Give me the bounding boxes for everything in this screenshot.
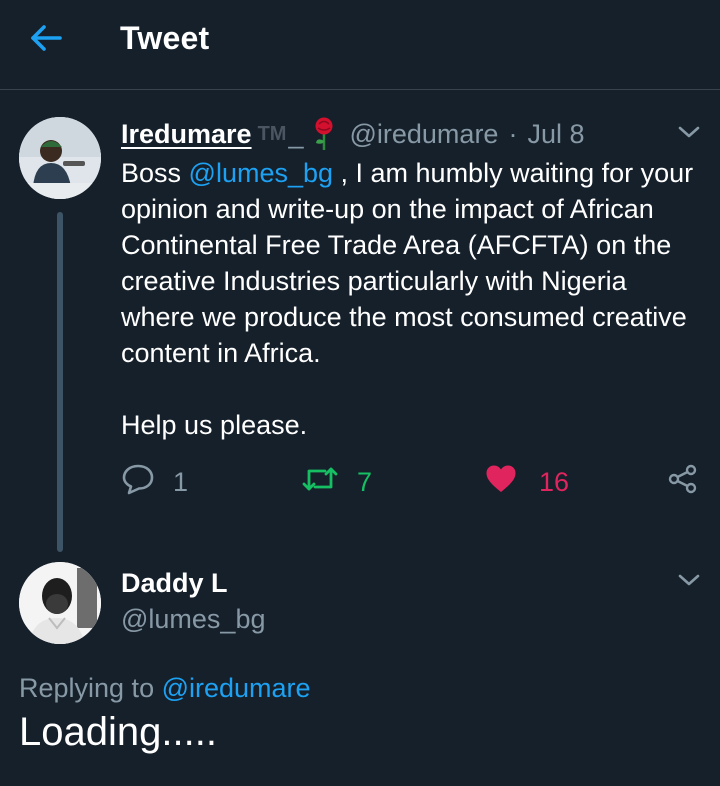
avatar[interactable] [19, 117, 101, 199]
replying-label: Replying to [19, 673, 162, 703]
tweet-text: Loading..... [19, 710, 217, 754]
tweet-menu-button[interactable] [675, 568, 703, 596]
author-name[interactable]: Iredumare [121, 119, 252, 150]
tweet-text: Boss @lumes_bg , I am humbly waiting for… [121, 155, 701, 443]
reply-icon [121, 463, 155, 502]
replying-to: Replying to @iredumare [19, 673, 311, 704]
avatar-photo-icon [19, 562, 101, 644]
tweet-paragraph: Help us please. [121, 410, 308, 440]
tweet-header: Iredumare TM _ @iredumare · Jul 8 [121, 114, 585, 154]
mention-link[interactable]: @lumes_bg [189, 158, 333, 188]
author-name-suffix: TM [257, 122, 287, 145]
mention-link[interactable]: @iredumare [162, 673, 311, 703]
reply-count: 1 [173, 466, 189, 497]
thread-connector-line [57, 212, 63, 552]
share-button[interactable] [667, 460, 699, 504]
share-icon [667, 463, 699, 502]
retweet-button[interactable]: 7 [301, 460, 372, 504]
back-button[interactable] [26, 22, 66, 58]
page-title: Tweet [120, 20, 210, 56]
rose-emoji-icon [313, 117, 335, 151]
like-button[interactable]: 16 [485, 460, 569, 504]
tweet-actions: 1 7 16 [121, 460, 701, 504]
author-handle[interactable]: @iredumare [349, 119, 498, 150]
separator-dot: · [508, 118, 518, 149]
tweet-text-prefix: Boss [121, 158, 189, 188]
heart-icon [485, 464, 517, 501]
author-handle[interactable]: @lumes_bg [121, 604, 265, 635]
arrow-left-icon [29, 23, 63, 58]
top-bar: Tweet [0, 0, 720, 90]
like-count: 16 [539, 466, 570, 497]
chevron-down-icon [677, 572, 701, 593]
chevron-down-icon [677, 124, 701, 145]
tweet-text-rest: , I am humbly waiting for your opinion a… [121, 158, 694, 368]
retweet-count: 7 [357, 466, 373, 497]
author-name[interactable]: Daddy L [121, 568, 228, 599]
tweet-menu-button[interactable] [675, 120, 703, 148]
avatar-photo-icon [19, 117, 101, 199]
reply-button[interactable]: 1 [121, 460, 188, 504]
retweet-icon [301, 464, 339, 501]
tweet-date[interactable]: Jul 8 [527, 119, 584, 150]
avatar[interactable] [19, 562, 101, 644]
author-name-mark: _ [288, 118, 304, 149]
tweet-paragraph: Boss @lumes_bg , I am humbly waiting for… [121, 155, 701, 371]
